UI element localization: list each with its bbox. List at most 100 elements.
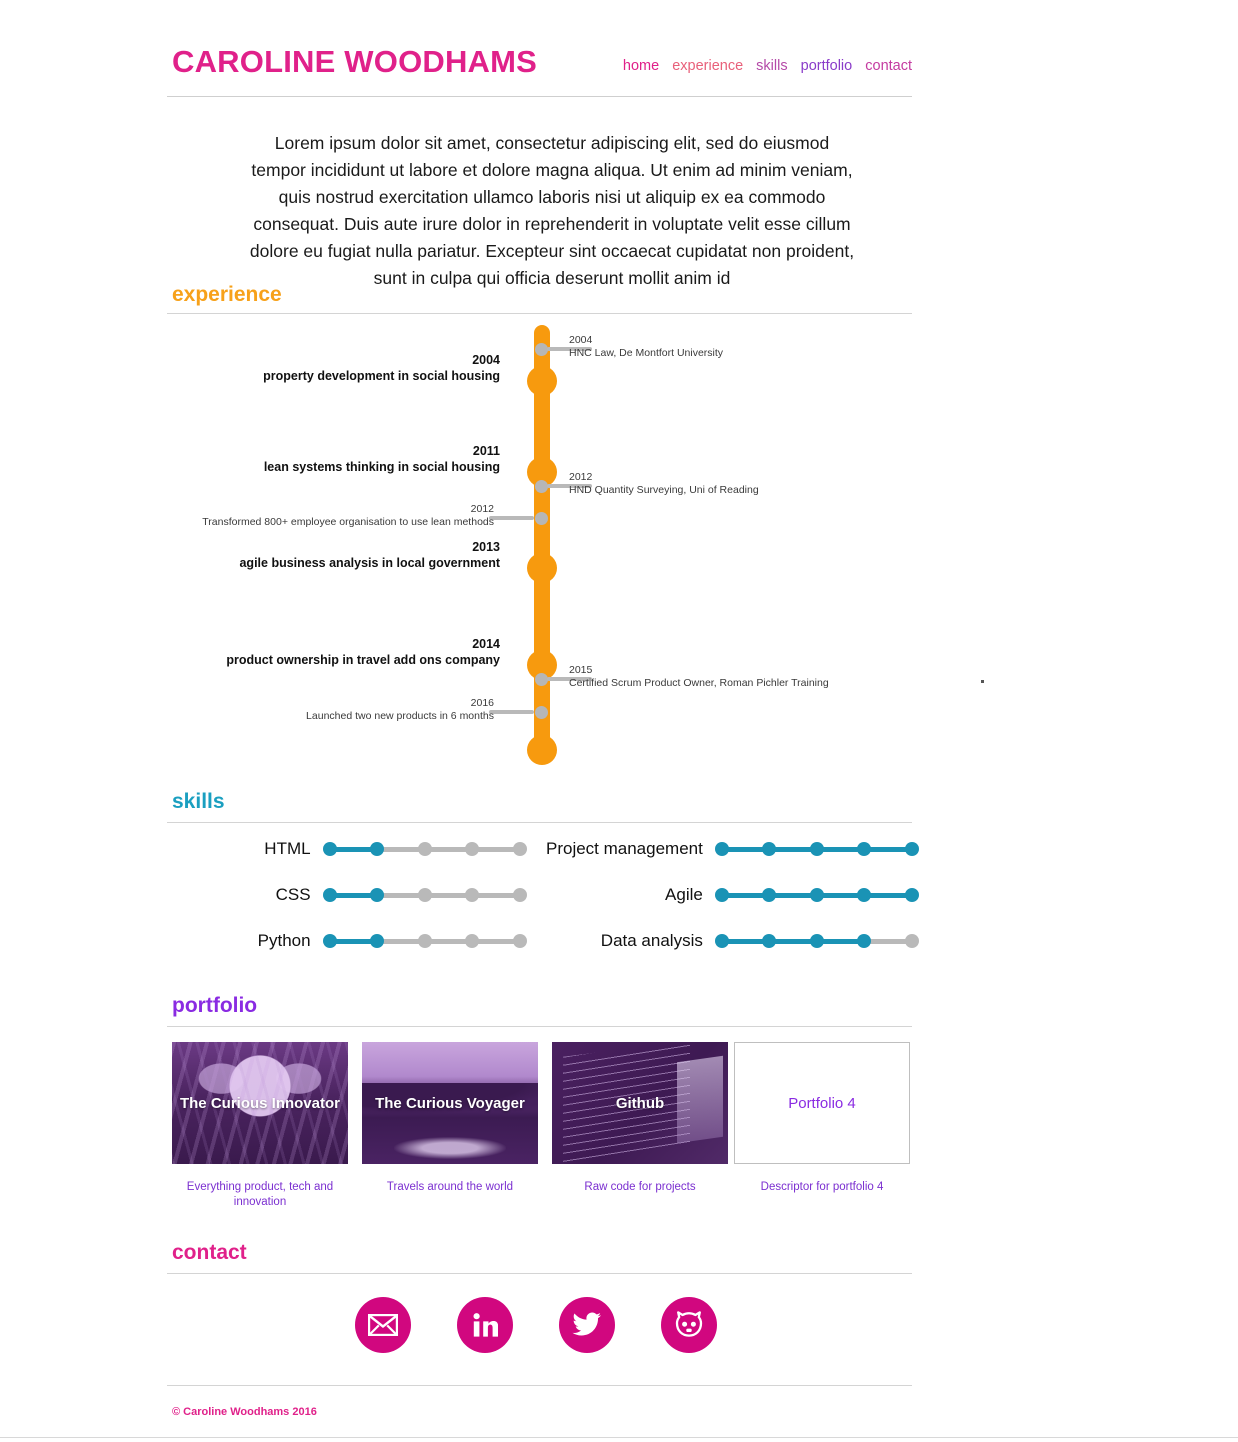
nav-link-skills[interactable]: skills <box>756 58 787 74</box>
portfolio-item[interactable]: Github Raw code for projects <box>552 1042 728 1195</box>
section-heading-experience: experience <box>172 283 282 306</box>
intro-paragraph: Lorem ipsum dolor sit amet, consectetur … <box>249 132 855 288</box>
timeline-marker-minor <box>535 480 548 493</box>
skill-meter-dot <box>322 888 337 902</box>
portfolio-thumbnail[interactable]: Github <box>552 1042 728 1164</box>
skill-meter-dot <box>512 934 527 948</box>
nav-link-experience[interactable]: experience <box>672 58 743 74</box>
nav-link-contact[interactable]: contact <box>865 58 912 74</box>
timeline-entry-description: Launched two new products in 6 months <box>306 710 494 722</box>
timeline-entry-year: 2013 <box>472 540 500 554</box>
twitter-icon <box>572 1312 602 1338</box>
nav-link-home[interactable]: home <box>623 58 659 74</box>
timeline-entry: 2012 HND Quantity Surveying, Uni of Readi… <box>569 471 929 497</box>
experience-timeline: 2004 HNC Law, De Montfort University 2004 p… <box>167 325 912 765</box>
skill-meter-dot <box>762 888 777 902</box>
skill-meter-fill <box>721 939 865 944</box>
skill-meter-dot <box>370 934 385 948</box>
skills-list: HTML CSS Python Project management Agile Data… <box>167 836 919 950</box>
portfolio-item-title: The Curious Voyager <box>375 1094 525 1112</box>
skill-level-meter <box>714 841 919 857</box>
skill-row: HTML <box>202 836 527 862</box>
skill-meter-dot <box>904 842 919 856</box>
timeline-entry: 2004 HNC Law, De Montfort University <box>569 334 929 360</box>
portfolio-item-caption: Travels around the world <box>386 1181 514 1193</box>
skill-meter-dot <box>322 934 337 948</box>
timeline-marker-minor <box>535 343 548 356</box>
timeline-entry-year: 2004 <box>569 334 593 346</box>
skill-meter-dot <box>465 888 480 902</box>
section-divider-portfolio <box>167 1026 912 1027</box>
portfolio-thumbnail[interactable]: The Curious Voyager <box>362 1042 538 1164</box>
site-header: CAROLINE WOODHAMS home experience skills… <box>172 44 912 94</box>
timeline-marker-minor <box>535 673 548 686</box>
skill-meter-dot <box>809 888 824 902</box>
github-icon <box>675 1311 703 1339</box>
timeline-entry-year: 2014 <box>472 637 500 651</box>
timeline-entry-description: property development in social housing <box>263 369 500 383</box>
email-icon <box>368 1314 398 1336</box>
skill-label: CSS <box>275 885 311 904</box>
nav-link-portfolio[interactable]: portfolio <box>801 58 853 74</box>
skill-meter-dot <box>809 842 824 856</box>
skill-label: Project management <box>545 839 703 858</box>
skill-meter-dot <box>857 888 872 902</box>
portfolio-thumbnail[interactable]: Portfolio 4 <box>734 1042 910 1164</box>
timeline-connector <box>489 516 534 520</box>
social-link-github[interactable] <box>661 1297 717 1353</box>
skill-meter-dot <box>512 842 527 856</box>
timeline-marker-major <box>527 553 557 583</box>
portfolio-item-title: Portfolio 4 <box>788 1094 856 1112</box>
skill-meter-dot <box>465 934 480 948</box>
section-divider-skills <box>167 822 912 823</box>
timeline-marker-minor <box>535 706 548 719</box>
portfolio-item[interactable]: Portfolio 4 Descriptor for portfolio 4 <box>734 1042 910 1195</box>
timeline-entry: 2016 Launched two new products in 6 month… <box>134 697 494 723</box>
skill-meter-dot <box>762 934 777 948</box>
skill-level-meter <box>714 933 919 949</box>
copyright-text: © Caroline Woodhams 2016 <box>172 1406 317 1418</box>
skill-meter-dot <box>857 842 872 856</box>
skill-label: Python <box>257 931 311 950</box>
timeline-entry-description: HNC Law, De Montfort University <box>569 347 724 359</box>
skill-label: HTML <box>264 839 311 858</box>
portfolio-item-caption: Raw code for projects <box>584 1181 696 1193</box>
timeline-entry-description: Certified Scrum Product Owner, Roman Pic… <box>569 677 829 689</box>
timeline-entry-year: 2012 <box>569 471 593 483</box>
portfolio-item[interactable]: The Curious Innovator Everything product,… <box>172 1042 348 1210</box>
skill-label: Agile <box>665 885 703 904</box>
portfolio-item[interactable]: The Curious Voyager Travels around the wo… <box>362 1042 538 1195</box>
skill-meter-dot <box>512 888 527 902</box>
section-heading-contact: contact <box>172 1241 247 1264</box>
skill-row: CSS <box>202 882 527 908</box>
timeline-entry: 2014 product ownership in travel add ons … <box>170 637 500 668</box>
timeline-entry: 2012 Transformed 800+ employee organisati… <box>134 503 494 529</box>
timeline-entry-year: 2015 <box>569 664 593 676</box>
timeline-entry-description: Transformed 800+ employee organisation t… <box>202 516 494 528</box>
skill-meter-dot <box>370 842 385 856</box>
timeline-entry-description: agile business analysis in local governm… <box>239 556 500 570</box>
timeline-marker-end <box>527 735 557 765</box>
section-heading-skills: skills <box>172 790 225 813</box>
skill-meter-dot <box>904 888 919 902</box>
skill-meter-dot <box>322 842 337 856</box>
social-link-email[interactable] <box>355 1297 411 1353</box>
portfolio-item-caption: Everything product, tech and innovation <box>186 1181 334 1208</box>
portfolio-item-title: Github <box>615 1094 665 1112</box>
skill-row: Agile <box>537 882 919 908</box>
timeline-entry-year: 2004 <box>472 353 500 367</box>
skill-level-meter <box>322 887 527 903</box>
skill-row: Project management <box>537 836 919 862</box>
skill-level-meter <box>322 841 527 857</box>
skill-meter-dot <box>465 842 480 856</box>
skill-meter-dot <box>904 934 919 948</box>
timeline-marker-minor <box>535 512 548 525</box>
skill-meter-dot <box>417 888 432 902</box>
timeline-entry: 2011 lean systems thinking in social hous… <box>170 444 500 475</box>
timeline-entry: 2004 property development in social housi… <box>170 353 500 384</box>
social-link-twitter[interactable] <box>559 1297 615 1353</box>
social-link-linkedin[interactable] <box>457 1297 513 1353</box>
timeline-entry: 2015 Certified Scrum Product Owner, Roman… <box>569 664 929 690</box>
header-divider <box>167 96 912 97</box>
portfolio-thumbnail[interactable]: The Curious Innovator <box>172 1042 348 1164</box>
